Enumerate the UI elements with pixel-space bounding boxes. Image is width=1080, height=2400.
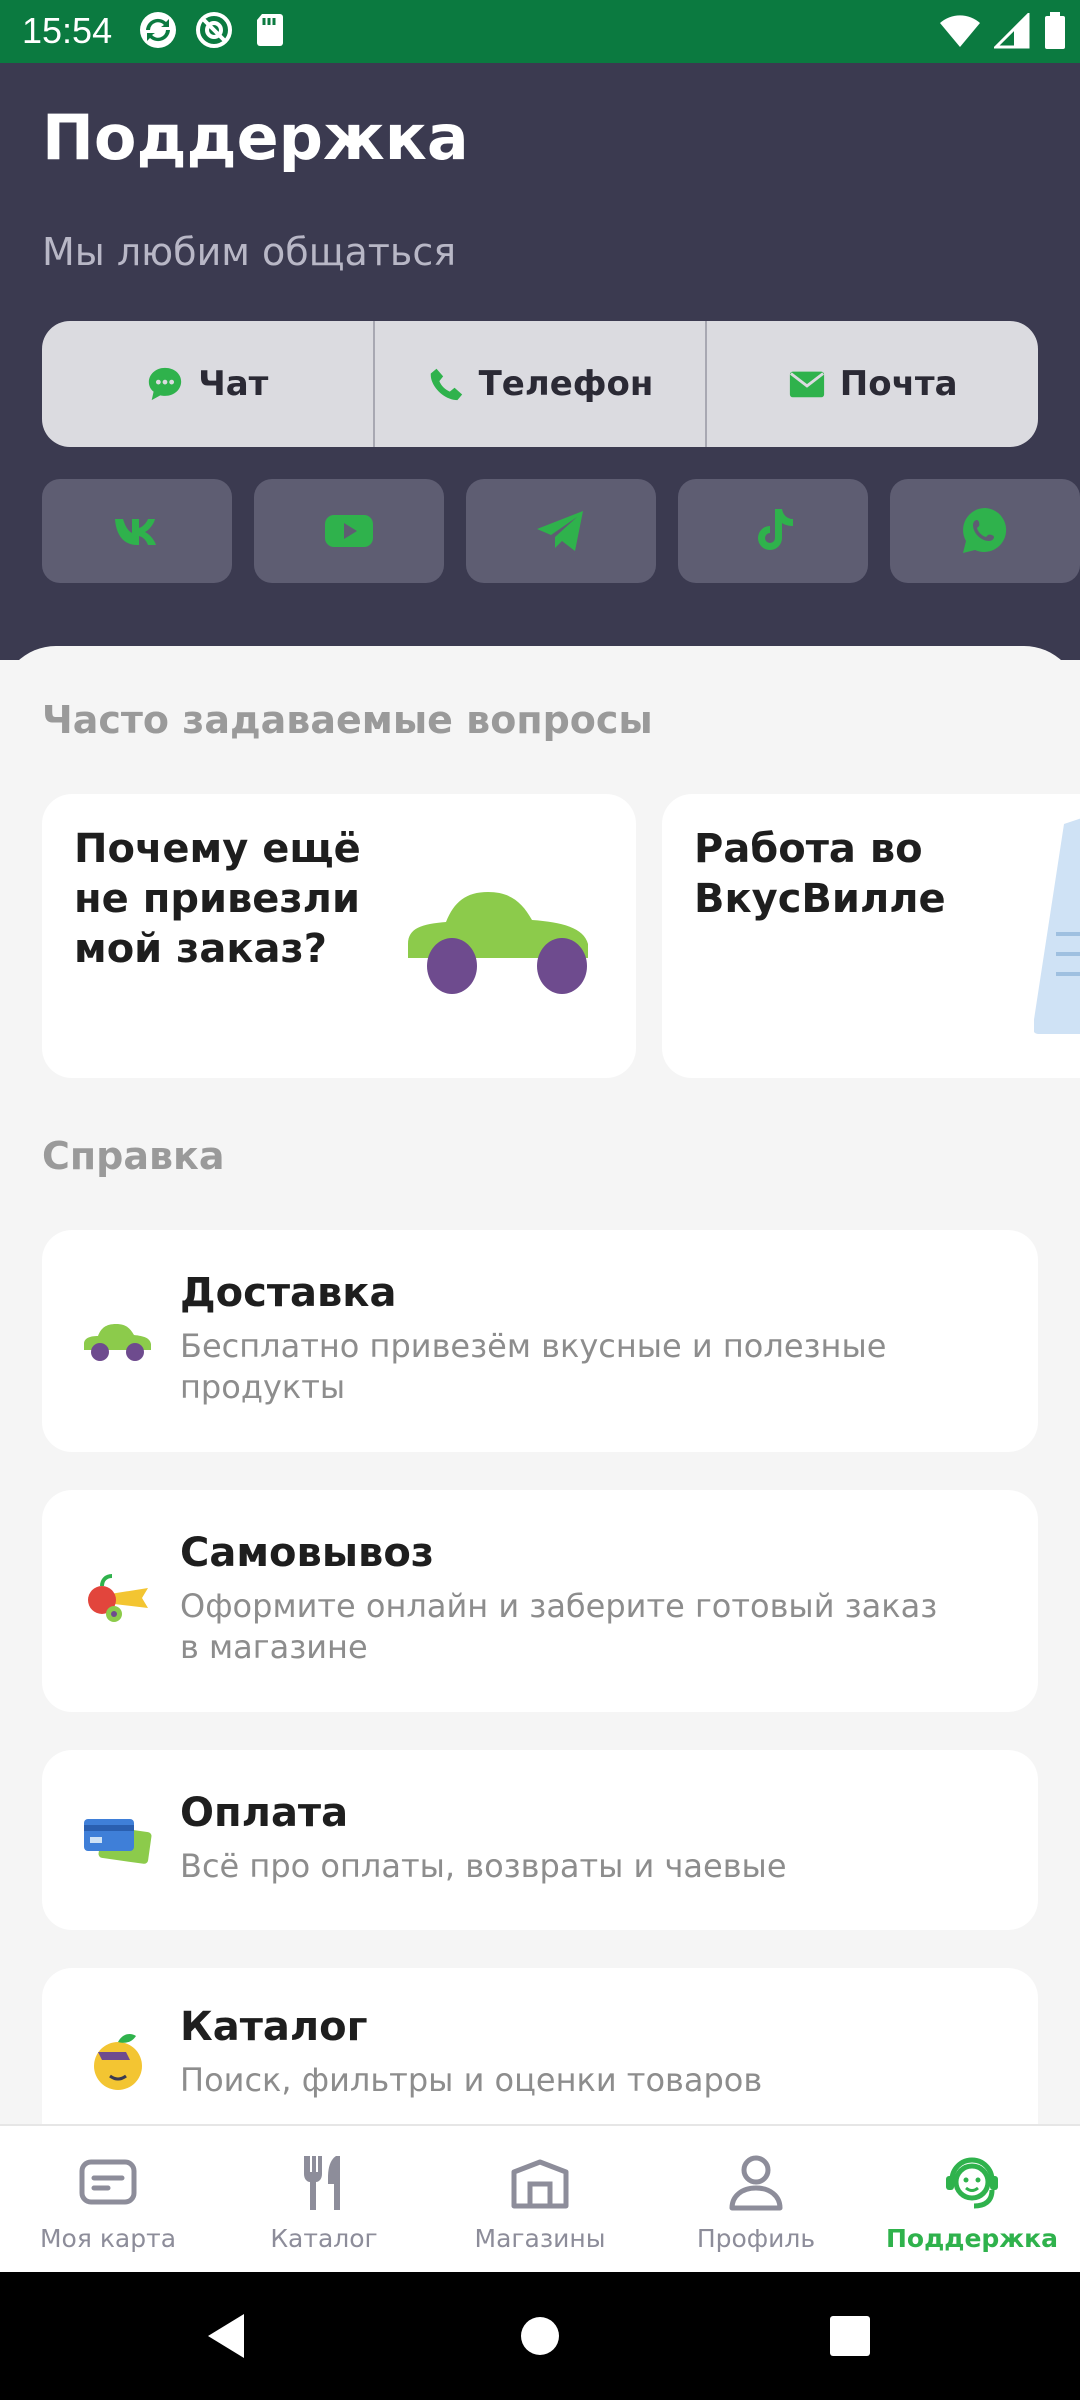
- chat-option[interactable]: Чат: [42, 321, 375, 447]
- chat-option-label: Чат: [198, 364, 269, 404]
- signal-icon: [992, 11, 1030, 53]
- home-icon: [521, 2317, 559, 2355]
- help-item-title: Оплата: [180, 1790, 349, 1836]
- status-bar: 15:54: [0, 0, 1080, 63]
- no-disturb-icon: [194, 10, 234, 50]
- help-item-description: Всё про оплаты, возвраты и чаевые: [180, 1847, 787, 1885]
- document-illustration: [1034, 818, 1080, 1034]
- faq-question: Работа во ВкусВилле: [694, 826, 946, 922]
- profile-icon: [729, 2155, 783, 2211]
- content-sheet: Часто задаваемые вопросы Почему ещё не п…: [0, 646, 1080, 2126]
- nav-label: Моя карта: [39, 2224, 177, 2253]
- support-header: Поддержка Мы любим общаться Чат Телефон …: [0, 63, 1080, 660]
- contact-segmented-control: Чат Телефон Почта: [42, 321, 1038, 447]
- battery-icon: [1044, 12, 1066, 54]
- help-item-title: Каталог: [180, 2004, 368, 2050]
- tiktok-icon: [758, 509, 793, 550]
- help-item-description: Поиск, фильтры и оценки товаров: [180, 2061, 763, 2099]
- help-item-pickup[interactable]: Самовывоз Оформите онлайн и заберите гот…: [42, 1490, 1038, 1712]
- payment-card-icon: [84, 1819, 152, 1864]
- support-icon: [946, 2157, 998, 2209]
- nav-profile[interactable]: Профиль: [648, 2126, 864, 2272]
- help-item-description: Бесплатно привезём вкусные и полезные пр…: [180, 1327, 887, 1406]
- back-icon: [208, 2314, 244, 2358]
- help-item-title: Самовывоз: [180, 1530, 435, 1576]
- vk-icon: [115, 519, 156, 545]
- mail-option-label: Почта: [839, 364, 958, 404]
- car-icon: [84, 1324, 151, 1361]
- chat-icon: [149, 367, 182, 401]
- recents-icon: [830, 2316, 870, 2356]
- card-icon: [79, 2159, 137, 2205]
- mail-option[interactable]: Почта: [707, 321, 1038, 447]
- phone-icon: [430, 368, 462, 401]
- back-button[interactable]: [156, 2272, 296, 2400]
- telegram-button[interactable]: [466, 479, 656, 583]
- home-button[interactable]: [470, 2272, 610, 2400]
- whatsapp-button[interactable]: [890, 479, 1080, 583]
- nav-my-card[interactable]: Моя карта: [0, 2126, 216, 2272]
- help-item-title: Доставка: [180, 1270, 397, 1316]
- phone-option[interactable]: Телефон: [375, 321, 708, 447]
- help-item-catalog[interactable]: Каталог Поиск, фильтры и оценки товаров: [42, 1968, 1038, 2126]
- nav-support[interactable]: Поддержка: [864, 2126, 1080, 2272]
- nav-label: Поддержка: [885, 2224, 1059, 2253]
- store-icon: [511, 2159, 569, 2209]
- nav-catalog[interactable]: Каталог: [216, 2126, 432, 2272]
- vk-button[interactable]: [42, 479, 232, 583]
- faq-question: Почему ещё не привезли мой заказ?: [74, 826, 361, 972]
- tiktok-button[interactable]: [678, 479, 868, 583]
- page-subtitle: Мы любим общаться: [42, 230, 457, 274]
- recents-button[interactable]: [780, 2272, 920, 2400]
- nav-label: Каталог: [270, 2224, 378, 2253]
- nav-stores[interactable]: Магазины: [432, 2126, 648, 2272]
- mail-icon: [789, 371, 824, 398]
- fork-knife-icon: [304, 2156, 340, 2210]
- nav-label: Магазины: [474, 2224, 606, 2253]
- status-time: 15:54: [22, 10, 113, 51]
- wifi-icon: [940, 13, 980, 53]
- car-illustration: [408, 892, 588, 994]
- lemon-icon: [94, 2034, 142, 2090]
- social-links: [42, 479, 1080, 583]
- help-section-title: Справка: [42, 1134, 225, 1178]
- system-navigation-bar: [0, 2272, 1080, 2400]
- faq-section-title: Часто задаваемые вопросы: [42, 698, 653, 742]
- youtube-button[interactable]: [254, 479, 444, 583]
- sync-icon: [138, 10, 178, 50]
- help-item-description: Оформите онлайн и заберите готовый заказ…: [180, 1587, 938, 1666]
- faq-card[interactable]: Почему ещё не привезли мой заказ?: [42, 794, 636, 1078]
- page-title: Поддержка: [42, 101, 469, 174]
- sd-card-icon: [250, 10, 290, 50]
- nav-label: Профиль: [696, 2224, 816, 2253]
- youtube-icon: [325, 515, 373, 547]
- phone-option-label: Телефон: [478, 364, 654, 404]
- fruit-icon: [88, 1574, 148, 1622]
- help-item-delivery[interactable]: Доставка Бесплатно привезём вкусные и по…: [42, 1230, 1038, 1452]
- telegram-icon: [537, 511, 583, 551]
- help-item-payment[interactable]: Оплата Всё про оплаты, возвраты и чаевые: [42, 1750, 1038, 1930]
- bottom-navigation: Моя карта Каталог Магазины Профиль Подде…: [0, 2124, 1080, 2272]
- faq-carousel: Почему ещё не привезли мой заказ? Работа…: [42, 794, 1080, 1078]
- whatsapp-icon: [963, 508, 1007, 553]
- faq-card[interactable]: Работа во ВкусВилле: [662, 794, 1080, 1078]
